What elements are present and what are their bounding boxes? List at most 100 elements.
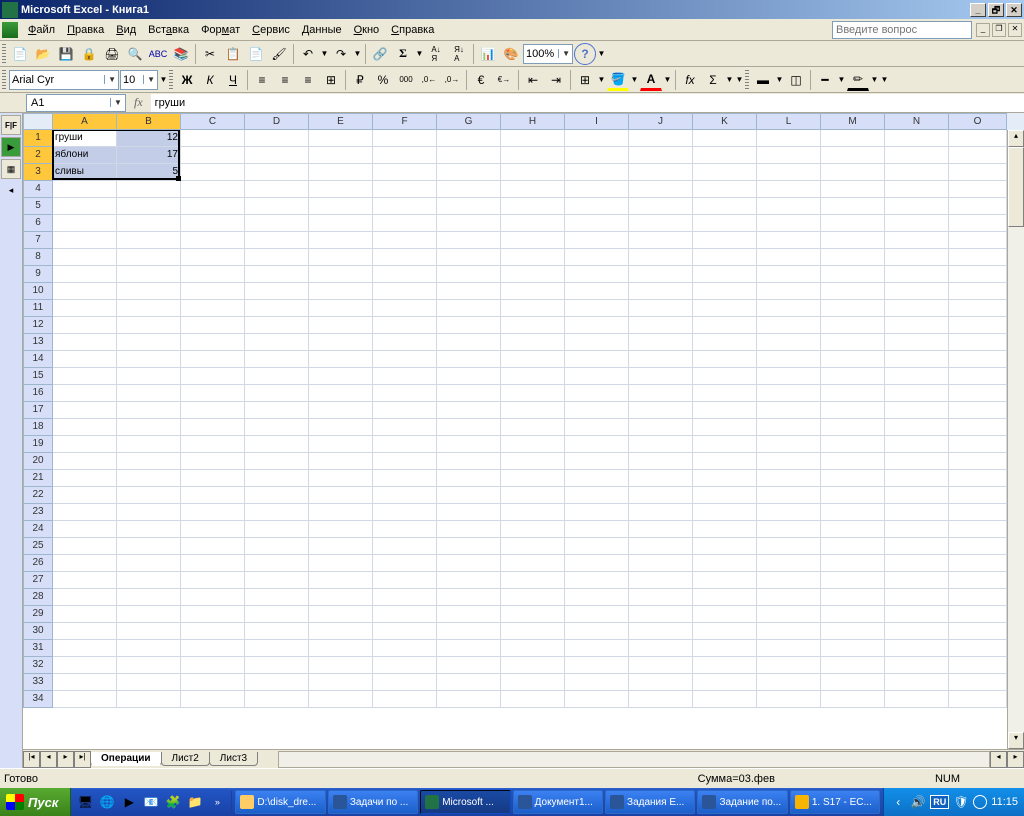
cell-H28[interactable] — [501, 589, 565, 606]
hscroll-left-button[interactable]: ◂ — [990, 751, 1007, 768]
cell-O1[interactable] — [949, 130, 1007, 147]
cell-B24[interactable] — [117, 521, 181, 538]
cell-J17[interactable] — [629, 402, 693, 419]
cell-M5[interactable] — [821, 198, 885, 215]
tab-next-button[interactable]: ▸ — [57, 751, 74, 768]
cell-J1[interactable] — [629, 130, 693, 147]
minimize-button[interactable]: _ — [970, 3, 986, 17]
help-search-input[interactable] — [832, 21, 972, 39]
cell-M4[interactable] — [821, 181, 885, 198]
cell-F32[interactable] — [373, 657, 437, 674]
row-header-23[interactable]: 23 — [23, 504, 53, 521]
cell-F33[interactable] — [373, 674, 437, 691]
cell-G18[interactable] — [437, 419, 501, 436]
cell-M13[interactable] — [821, 334, 885, 351]
tray-expand-icon[interactable]: ‹ — [890, 794, 906, 810]
cell-O25[interactable] — [949, 538, 1007, 555]
cell-F29[interactable] — [373, 606, 437, 623]
cell-B27[interactable] — [117, 572, 181, 589]
cell-N8[interactable] — [885, 249, 949, 266]
cell-K3[interactable] — [693, 164, 757, 181]
cell-K33[interactable] — [693, 674, 757, 691]
cell-N9[interactable] — [885, 266, 949, 283]
underline-button[interactable]: Ч — [222, 69, 244, 91]
cell-G6[interactable] — [437, 215, 501, 232]
row-header-14[interactable]: 14 — [23, 351, 53, 368]
cell-D28[interactable] — [245, 589, 309, 606]
cell-I2[interactable] — [565, 147, 629, 164]
cell-O28[interactable] — [949, 589, 1007, 606]
cell-M22[interactable] — [821, 487, 885, 504]
cell-H1[interactable] — [501, 130, 565, 147]
cell-L15[interactable] — [757, 368, 821, 385]
cell-E27[interactable] — [309, 572, 373, 589]
cell-L19[interactable] — [757, 436, 821, 453]
cell-H23[interactable] — [501, 504, 565, 521]
cell-G31[interactable] — [437, 640, 501, 657]
cell-K24[interactable] — [693, 521, 757, 538]
row-header-33[interactable]: 33 — [23, 674, 53, 691]
horizontal-scrollbar[interactable] — [278, 751, 990, 768]
cell-F16[interactable] — [373, 385, 437, 402]
redo-button[interactable]: ↷ — [330, 43, 352, 65]
cell-E21[interactable] — [309, 470, 373, 487]
cell-L4[interactable] — [757, 181, 821, 198]
cell-H26[interactable] — [501, 555, 565, 572]
cell-A4[interactable] — [53, 181, 117, 198]
cell-B16[interactable] — [117, 385, 181, 402]
doc-minimize-button[interactable]: _ — [976, 23, 990, 37]
cell-B15[interactable] — [117, 368, 181, 385]
tray-icon-1[interactable]: 🔊 — [910, 794, 926, 810]
cell-N30[interactable] — [885, 623, 949, 640]
cell-N32[interactable] — [885, 657, 949, 674]
cell-D33[interactable] — [245, 674, 309, 691]
cell-F12[interactable] — [373, 317, 437, 334]
zoom-combo[interactable]: 100%▼ — [523, 44, 573, 64]
cell-L1[interactable] — [757, 130, 821, 147]
cell-L7[interactable] — [757, 232, 821, 249]
decrease-decimal-button[interactable]: ,0→ — [441, 69, 463, 91]
cell-A29[interactable] — [53, 606, 117, 623]
cell-F34[interactable] — [373, 691, 437, 708]
cell-D23[interactable] — [245, 504, 309, 521]
menu-insert[interactable]: Вставка — [142, 22, 195, 38]
cell-H10[interactable] — [501, 283, 565, 300]
cell-G22[interactable] — [437, 487, 501, 504]
column-header-O[interactable]: O — [949, 113, 1007, 130]
cell-B11[interactable] — [117, 300, 181, 317]
cell-D30[interactable] — [245, 623, 309, 640]
cell-J15[interactable] — [629, 368, 693, 385]
cell-J21[interactable] — [629, 470, 693, 487]
borders-draw-button[interactable]: ▬ — [752, 69, 774, 91]
taskbar-task[interactable]: D:\disk_dre... — [235, 790, 325, 814]
cell-N3[interactable] — [885, 164, 949, 181]
row-header-29[interactable]: 29 — [23, 606, 53, 623]
merge-center-button[interactable]: ⊞ — [320, 69, 342, 91]
cell-D21[interactable] — [245, 470, 309, 487]
cell-F7[interactable] — [373, 232, 437, 249]
cell-I21[interactable] — [565, 470, 629, 487]
doc-close-button[interactable]: ✕ — [1008, 23, 1022, 37]
cell-C1[interactable] — [181, 130, 245, 147]
cell-H3[interactable] — [501, 164, 565, 181]
cell-C29[interactable] — [181, 606, 245, 623]
cell-L29[interactable] — [757, 606, 821, 623]
cell-I19[interactable] — [565, 436, 629, 453]
restore-button[interactable]: 🗗 — [988, 3, 1004, 17]
cell-J29[interactable] — [629, 606, 693, 623]
cell-H34[interactable] — [501, 691, 565, 708]
toolbar-grip[interactable] — [2, 70, 6, 90]
cell-E10[interactable] — [309, 283, 373, 300]
function-button[interactable]: fx — [679, 69, 701, 91]
tab-last-button[interactable]: ▸| — [74, 751, 91, 768]
cell-J10[interactable] — [629, 283, 693, 300]
cell-L32[interactable] — [757, 657, 821, 674]
cell-C26[interactable] — [181, 555, 245, 572]
row-header-25[interactable]: 25 — [23, 538, 53, 555]
sheet-tab-Лист3[interactable]: Лист3 — [209, 752, 258, 766]
cell-M10[interactable] — [821, 283, 885, 300]
cell-G29[interactable] — [437, 606, 501, 623]
cell-O7[interactable] — [949, 232, 1007, 249]
cell-C11[interactable] — [181, 300, 245, 317]
tab-first-button[interactable]: |◂ — [23, 751, 40, 768]
